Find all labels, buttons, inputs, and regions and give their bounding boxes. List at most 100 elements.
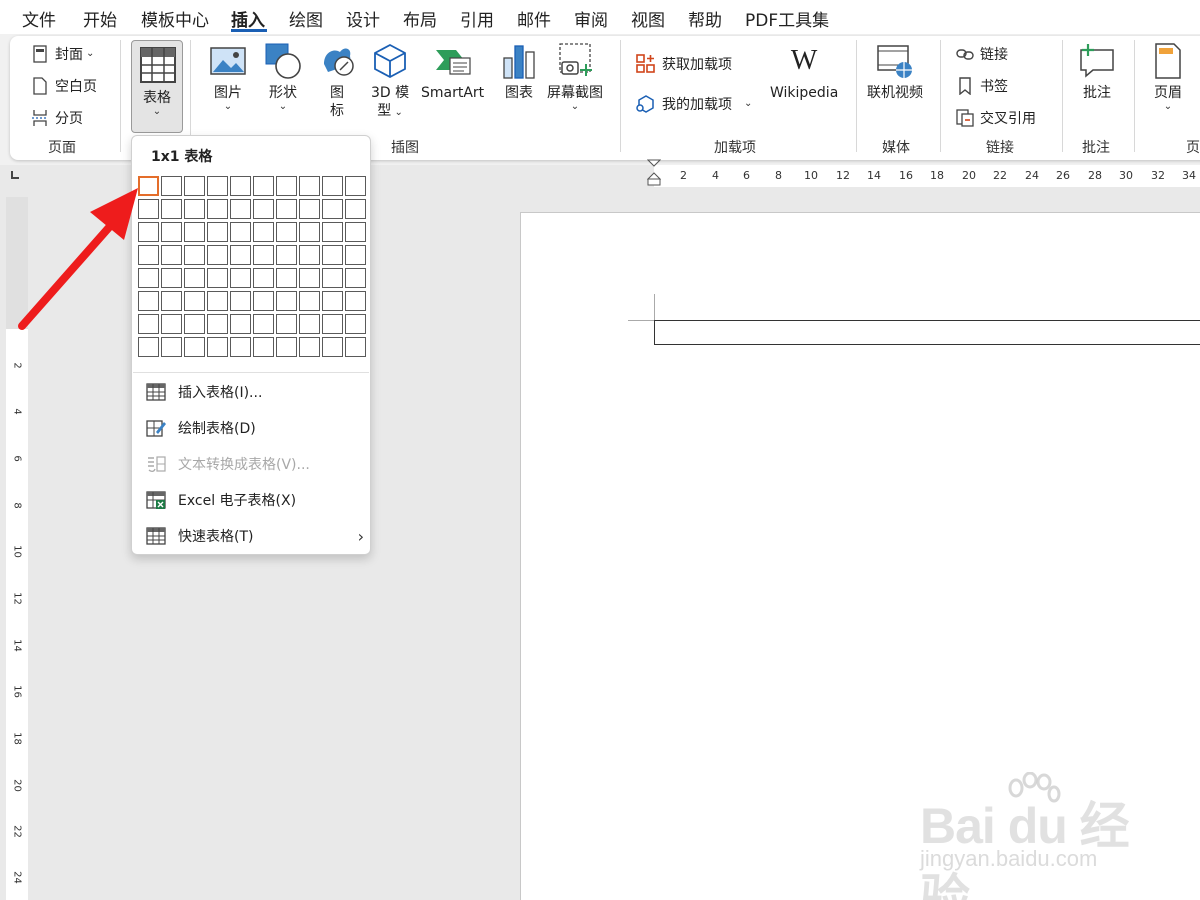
table-grid-cell[interactable] bbox=[322, 199, 343, 219]
table-grid-cell[interactable] bbox=[253, 199, 274, 219]
quick-tables-item[interactable]: 快速表格(T) › bbox=[146, 524, 366, 548]
table-grid-cell[interactable] bbox=[138, 222, 159, 242]
table-grid-cell[interactable] bbox=[207, 176, 228, 196]
table-grid-cell[interactable] bbox=[253, 222, 274, 242]
table-grid-cell[interactable] bbox=[184, 268, 205, 288]
table-grid-cell[interactable] bbox=[253, 245, 274, 265]
table-grid-cell[interactable] bbox=[138, 268, 159, 288]
tab-layout[interactable]: 布局 bbox=[403, 6, 437, 31]
table-grid-cell[interactable] bbox=[138, 337, 159, 357]
table-grid-cell[interactable] bbox=[253, 268, 274, 288]
table-grid-cell[interactable] bbox=[253, 291, 274, 311]
table-grid-cell[interactable] bbox=[322, 314, 343, 334]
table-grid-cell[interactable] bbox=[230, 314, 251, 334]
table-grid-cell[interactable] bbox=[299, 222, 320, 242]
table-grid-cell[interactable] bbox=[184, 314, 205, 334]
bookmark-button[interactable]: 书签 bbox=[956, 76, 1008, 96]
table-grid-cell[interactable] bbox=[276, 314, 297, 334]
table-grid-cell[interactable] bbox=[138, 245, 159, 265]
table-grid-cell[interactable] bbox=[322, 222, 343, 242]
table-grid-cell[interactable] bbox=[207, 245, 228, 265]
table-grid-cell[interactable] bbox=[161, 314, 182, 334]
horizontal-ruler[interactable]: 2 4 6 8 10 12 14 16 18 20 22 24 26 28 30… bbox=[647, 159, 1200, 187]
table-grid-cell[interactable] bbox=[184, 337, 205, 357]
table-grid-cell[interactable] bbox=[161, 222, 182, 242]
page-break-button[interactable]: 分页 bbox=[31, 108, 83, 128]
table-grid-cell[interactable] bbox=[138, 291, 159, 311]
table-grid-cell[interactable] bbox=[207, 314, 228, 334]
online-video-button[interactable]: 联机视频 bbox=[867, 42, 923, 102]
table-grid-cell[interactable] bbox=[184, 245, 205, 265]
inserted-table[interactable] bbox=[654, 320, 1200, 345]
table-grid-cell[interactable] bbox=[345, 314, 366, 334]
tab-pdf-tools[interactable]: PDF工具集 bbox=[745, 6, 829, 31]
table-grid-cell[interactable] bbox=[207, 337, 228, 357]
picture-button[interactable]: 图片 ⌄ bbox=[209, 42, 247, 112]
table-grid-cell[interactable] bbox=[230, 337, 251, 357]
table-button[interactable]: 表格 ⌄ bbox=[131, 40, 183, 133]
table-grid-cell[interactable] bbox=[161, 337, 182, 357]
smartart-button[interactable]: SmartArt bbox=[421, 42, 484, 102]
table-grid-cell[interactable] bbox=[322, 291, 343, 311]
table-grid-cell[interactable] bbox=[345, 268, 366, 288]
table-grid-cell[interactable] bbox=[230, 268, 251, 288]
tab-template-center[interactable]: 模板中心 bbox=[141, 6, 209, 31]
table-grid-cell[interactable] bbox=[299, 337, 320, 357]
link-button[interactable]: 链接 bbox=[956, 44, 1008, 64]
table-grid-cell[interactable] bbox=[345, 222, 366, 242]
tab-draw[interactable]: 绘图 bbox=[289, 6, 323, 31]
cross-reference-button[interactable]: 交叉引用 bbox=[956, 108, 1036, 128]
table-grid-cell[interactable] bbox=[345, 245, 366, 265]
table-grid-cell[interactable] bbox=[184, 291, 205, 311]
table-grid-cell[interactable] bbox=[345, 337, 366, 357]
table-grid-cell[interactable] bbox=[276, 291, 297, 311]
get-addins-button[interactable]: 获取加载项 bbox=[636, 54, 732, 74]
table-grid-cell[interactable] bbox=[253, 176, 274, 196]
table-grid-cell[interactable] bbox=[184, 222, 205, 242]
table-grid-cell[interactable] bbox=[276, 222, 297, 242]
insert-table-item[interactable]: 插入表格(I)... bbox=[146, 380, 366, 404]
table-grid-cell[interactable] bbox=[230, 245, 251, 265]
shapes-button[interactable]: 形状 ⌄ bbox=[264, 42, 302, 112]
wikipedia-button[interactable]: W Wikipedia bbox=[770, 42, 838, 102]
tab-review[interactable]: 审阅 bbox=[574, 6, 608, 31]
table-grid-cell[interactable] bbox=[161, 268, 182, 288]
tab-help[interactable]: 帮助 bbox=[688, 6, 722, 31]
table-grid-cell[interactable] bbox=[184, 176, 205, 196]
table-grid-cell[interactable] bbox=[322, 268, 343, 288]
draw-table-item[interactable]: 绘制表格(D) bbox=[146, 416, 366, 440]
table-grid-cell[interactable] bbox=[276, 337, 297, 357]
table-grid-cell[interactable] bbox=[253, 337, 274, 357]
blank-page-button[interactable]: 空白页 bbox=[31, 76, 97, 96]
table-grid-cell[interactable] bbox=[230, 222, 251, 242]
table-grid-cell[interactable] bbox=[230, 291, 251, 311]
icons-button[interactable]: 图标 bbox=[318, 42, 356, 120]
table-grid-cell[interactable] bbox=[322, 176, 343, 196]
table-grid-cell[interactable] bbox=[253, 314, 274, 334]
table-grid-cell[interactable] bbox=[276, 176, 297, 196]
table-grid-cell[interactable] bbox=[322, 245, 343, 265]
screenshot-button[interactable]: 屏幕截图 ⌄ bbox=[547, 42, 603, 112]
table-grid-cell[interactable] bbox=[345, 199, 366, 219]
tab-references[interactable]: 引用 bbox=[460, 6, 494, 31]
tab-design[interactable]: 设计 bbox=[346, 6, 380, 31]
table-grid-cell[interactable] bbox=[161, 176, 182, 196]
table-grid-cell[interactable] bbox=[299, 314, 320, 334]
table-grid-cell[interactable] bbox=[161, 291, 182, 311]
table-grid-cell[interactable] bbox=[276, 245, 297, 265]
comment-button[interactable]: 批注 bbox=[1078, 42, 1116, 102]
table-grid-cell[interactable] bbox=[276, 199, 297, 219]
table-grid-cell[interactable] bbox=[230, 199, 251, 219]
tab-home[interactable]: 开始 bbox=[83, 6, 117, 31]
table-grid-cell[interactable] bbox=[230, 176, 251, 196]
table-grid-cell[interactable] bbox=[299, 268, 320, 288]
excel-spreadsheet-item[interactable]: Excel 电子表格(X) bbox=[146, 488, 366, 512]
table-grid-cell[interactable] bbox=[138, 176, 159, 196]
table-grid-cell[interactable] bbox=[161, 199, 182, 219]
chart-button[interactable]: 图表 bbox=[500, 42, 538, 102]
tab-mailings[interactable]: 邮件 bbox=[517, 6, 551, 31]
tab-insert[interactable]: 插入 bbox=[231, 6, 265, 31]
table-grid-cell[interactable] bbox=[345, 176, 366, 196]
table-grid-cell[interactable] bbox=[345, 291, 366, 311]
table-grid-cell[interactable] bbox=[276, 268, 297, 288]
